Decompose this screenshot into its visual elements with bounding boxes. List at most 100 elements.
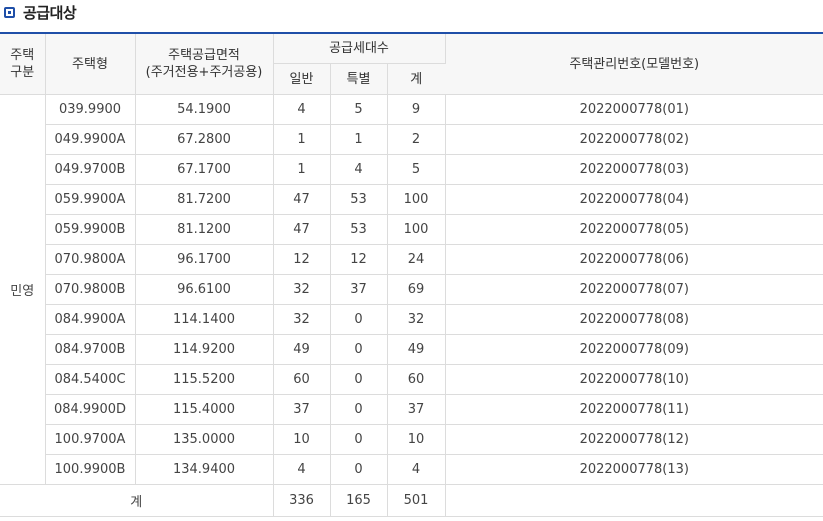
table-row: 070.9800B 96.6100 32 37 69 2022000778(07) bbox=[0, 274, 823, 305]
supply-area-cell: 67.1700 bbox=[135, 154, 274, 185]
table-row: 100.9700A 135.0000 10 0 10 2022000778(12) bbox=[0, 424, 823, 455]
management-number-cell: 2022000778(03) bbox=[445, 154, 823, 185]
general-units-cell: 47 bbox=[273, 214, 331, 245]
supply-area-cell: 114.1400 bbox=[135, 304, 274, 335]
header-special: 특별 bbox=[330, 63, 388, 95]
sum-units-cell: 5 bbox=[387, 154, 446, 185]
table-row: 059.9900B 81.1200 47 53 100 2022000778(05) bbox=[0, 214, 823, 245]
house-type-cell: 059.9900B bbox=[45, 214, 136, 245]
sum-units-cell: 9 bbox=[387, 94, 446, 125]
table-row: 084.9900D 115.4000 37 0 37 2022000778(11) bbox=[0, 394, 823, 425]
general-units-cell: 1 bbox=[273, 154, 331, 185]
special-units-cell: 0 bbox=[330, 424, 388, 455]
sum-units-cell: 37 bbox=[387, 394, 446, 425]
supply-area-cell: 115.4000 bbox=[135, 394, 274, 425]
house-type-cell: 039.9900 bbox=[45, 94, 136, 125]
sum-units-cell: 4 bbox=[387, 454, 446, 485]
special-units-cell: 12 bbox=[330, 244, 388, 275]
management-number-cell: 2022000778(08) bbox=[445, 304, 823, 335]
supply-area-cell: 96.6100 bbox=[135, 274, 274, 305]
general-units-cell: 32 bbox=[273, 304, 331, 335]
special-units-cell: 1 bbox=[330, 124, 388, 155]
sum-units-cell: 100 bbox=[387, 184, 446, 215]
special-units-cell: 0 bbox=[330, 304, 388, 335]
header-management-number: 주택관리번호(모델번호) bbox=[445, 32, 823, 95]
table-row: 084.5400C 115.5200 60 0 60 2022000778(10) bbox=[0, 364, 823, 395]
house-group-cell: 민영 bbox=[0, 94, 46, 485]
supply-area-cell: 81.7200 bbox=[135, 184, 274, 215]
special-units-cell: 53 bbox=[330, 214, 388, 245]
management-number-cell: 2022000778(07) bbox=[445, 274, 823, 305]
management-number-cell: 2022000778(06) bbox=[445, 244, 823, 275]
general-units-cell: 47 bbox=[273, 184, 331, 215]
supply-area-cell: 115.5200 bbox=[135, 364, 274, 395]
management-number-cell: 2022000778(09) bbox=[445, 334, 823, 365]
house-type-cell: 070.9800A bbox=[45, 244, 136, 275]
header-supply-units: 공급세대수 bbox=[273, 32, 446, 64]
house-type-cell: 049.9700B bbox=[45, 154, 136, 185]
special-units-cell: 5 bbox=[330, 94, 388, 125]
house-type-cell: 084.9900D bbox=[45, 394, 136, 425]
general-units-cell: 37 bbox=[273, 394, 331, 425]
supply-area-cell: 135.0000 bbox=[135, 424, 274, 455]
section-heading: 공급대상 bbox=[4, 0, 77, 24]
general-units-cell: 12 bbox=[273, 244, 331, 275]
management-number-cell: 2022000778(11) bbox=[445, 394, 823, 425]
table-row: 059.9900A 81.7200 47 53 100 2022000778(04) bbox=[0, 184, 823, 215]
total-special: 165 bbox=[330, 484, 388, 517]
special-units-cell: 37 bbox=[330, 274, 388, 305]
general-units-cell: 49 bbox=[273, 334, 331, 365]
house-type-cell: 049.9900A bbox=[45, 124, 136, 155]
supply-table: 주택 구분 주택형 주택공급면적 (주거전용+주거공용) 공급세대수 주택관리번… bbox=[0, 32, 823, 517]
table-body: 민영 039.9900 54.1900 4 5 9 2022000778(01) 049.99… bbox=[0, 94, 823, 517]
sum-units-cell: 24 bbox=[387, 244, 446, 275]
supply-area-cell: 81.1200 bbox=[135, 214, 274, 245]
general-units-cell: 60 bbox=[273, 364, 331, 395]
supply-area-cell: 54.1900 bbox=[135, 94, 274, 125]
house-type-cell: 084.9700B bbox=[45, 334, 136, 365]
house-type-cell: 070.9800B bbox=[45, 274, 136, 305]
table-row: 084.9900A 114.1400 32 0 32 2022000778(08) bbox=[0, 304, 823, 335]
header-house-type: 주택형 bbox=[45, 32, 136, 95]
management-number-cell: 2022000778(02) bbox=[445, 124, 823, 155]
header-house-group: 주택 구분 bbox=[0, 32, 46, 95]
supply-area-cell: 114.9200 bbox=[135, 334, 274, 365]
table-row: 084.9700B 114.9200 49 0 49 2022000778(09) bbox=[0, 334, 823, 365]
sum-units-cell: 32 bbox=[387, 304, 446, 335]
management-number-cell: 2022000778(12) bbox=[445, 424, 823, 455]
management-number-cell: 2022000778(05) bbox=[445, 214, 823, 245]
sum-units-cell: 10 bbox=[387, 424, 446, 455]
special-units-cell: 0 bbox=[330, 394, 388, 425]
management-number-cell: 2022000778(01) bbox=[445, 94, 823, 125]
management-number-cell: 2022000778(13) bbox=[445, 454, 823, 485]
total-sum: 501 bbox=[387, 484, 446, 517]
supply-area-cell: 134.9400 bbox=[135, 454, 274, 485]
sum-units-cell: 2 bbox=[387, 124, 446, 155]
general-units-cell: 32 bbox=[273, 274, 331, 305]
table-row: 민영 039.9900 54.1900 4 5 9 2022000778(01) bbox=[0, 94, 823, 485]
management-number-cell: 2022000778(04) bbox=[445, 184, 823, 215]
total-general: 336 bbox=[273, 484, 331, 517]
management-number-cell: 2022000778(10) bbox=[445, 364, 823, 395]
special-units-cell: 53 bbox=[330, 184, 388, 215]
house-type-cell: 084.9900A bbox=[45, 304, 136, 335]
table-row: 049.9700B 67.1700 1 4 5 2022000778(03) bbox=[0, 154, 823, 185]
table-row: 100.9900B 134.9400 4 0 4 2022000778(13) bbox=[0, 454, 823, 485]
supply-area-cell: 67.2800 bbox=[135, 124, 274, 155]
house-type-cell: 059.9900A bbox=[45, 184, 136, 215]
square-bullet-icon bbox=[4, 6, 15, 18]
general-units-cell: 4 bbox=[273, 454, 331, 485]
total-empty bbox=[445, 484, 823, 517]
total-row: 계 336 165 501 bbox=[0, 484, 823, 517]
table-row: 070.9800A 96.1700 12 12 24 2022000778(06) bbox=[0, 244, 823, 275]
table-row: 049.9900A 67.2800 1 1 2 2022000778(02) bbox=[0, 124, 823, 155]
general-units-cell: 10 bbox=[273, 424, 331, 455]
header-sum: 계 bbox=[387, 63, 446, 95]
special-units-cell: 0 bbox=[330, 454, 388, 485]
section-title: 공급대상 bbox=[23, 3, 77, 22]
house-type-cell: 084.5400C bbox=[45, 364, 136, 395]
total-label: 계 bbox=[0, 484, 274, 517]
house-type-cell: 100.9700A bbox=[45, 424, 136, 455]
sum-units-cell: 100 bbox=[387, 214, 446, 245]
header-supply-area: 주택공급면적 (주거전용+주거공용) bbox=[135, 32, 274, 95]
